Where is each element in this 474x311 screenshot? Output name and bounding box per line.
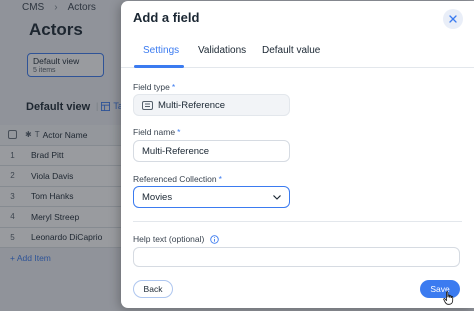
dialog-title: Add a field — [133, 10, 200, 25]
field-type-value: Multi-Reference — [158, 99, 226, 111]
required-mark: * — [218, 174, 222, 184]
info-icon[interactable] — [209, 235, 219, 244]
required-mark: * — [177, 127, 181, 137]
hand-cursor-icon — [443, 291, 454, 305]
section-divider — [133, 221, 462, 222]
active-tab-indicator — [134, 65, 184, 68]
multi-reference-icon — [142, 100, 153, 110]
tab-settings[interactable]: Settings — [143, 45, 179, 56]
back-button[interactable]: Back — [133, 280, 173, 298]
close-button[interactable] — [443, 9, 463, 29]
help-text-label: Help text (optional) — [133, 234, 219, 244]
referenced-collection-select[interactable]: Movies — [133, 186, 290, 208]
required-mark: * — [171, 82, 176, 92]
tab-default-value[interactable]: Default value — [262, 45, 320, 56]
field-type-label: Field type * — [133, 82, 175, 92]
help-text-input[interactable] — [133, 247, 460, 267]
field-name-value: Multi-Reference — [142, 145, 210, 157]
field-type-label-text: Field type — [133, 82, 170, 92]
field-name-label-text: Field name — [133, 127, 176, 137]
close-icon — [449, 15, 457, 23]
chevron-down-icon — [273, 194, 281, 200]
field-type-display: Multi-Reference — [133, 94, 290, 116]
referenced-collection-label: Referenced Collection * — [133, 174, 222, 184]
add-field-dialog: Add a field Settings Validations Default… — [121, 1, 474, 308]
help-text-label-text: Help text (optional) — [133, 234, 205, 244]
referenced-collection-value: Movies — [142, 191, 173, 203]
dialog-tabs: Settings Validations Default value — [121, 37, 474, 68]
field-name-label: Field name * — [133, 127, 180, 137]
tab-validations[interactable]: Validations — [198, 45, 246, 56]
referenced-collection-label-text: Referenced Collection — [133, 174, 217, 184]
field-name-input[interactable]: Multi-Reference — [133, 140, 290, 162]
